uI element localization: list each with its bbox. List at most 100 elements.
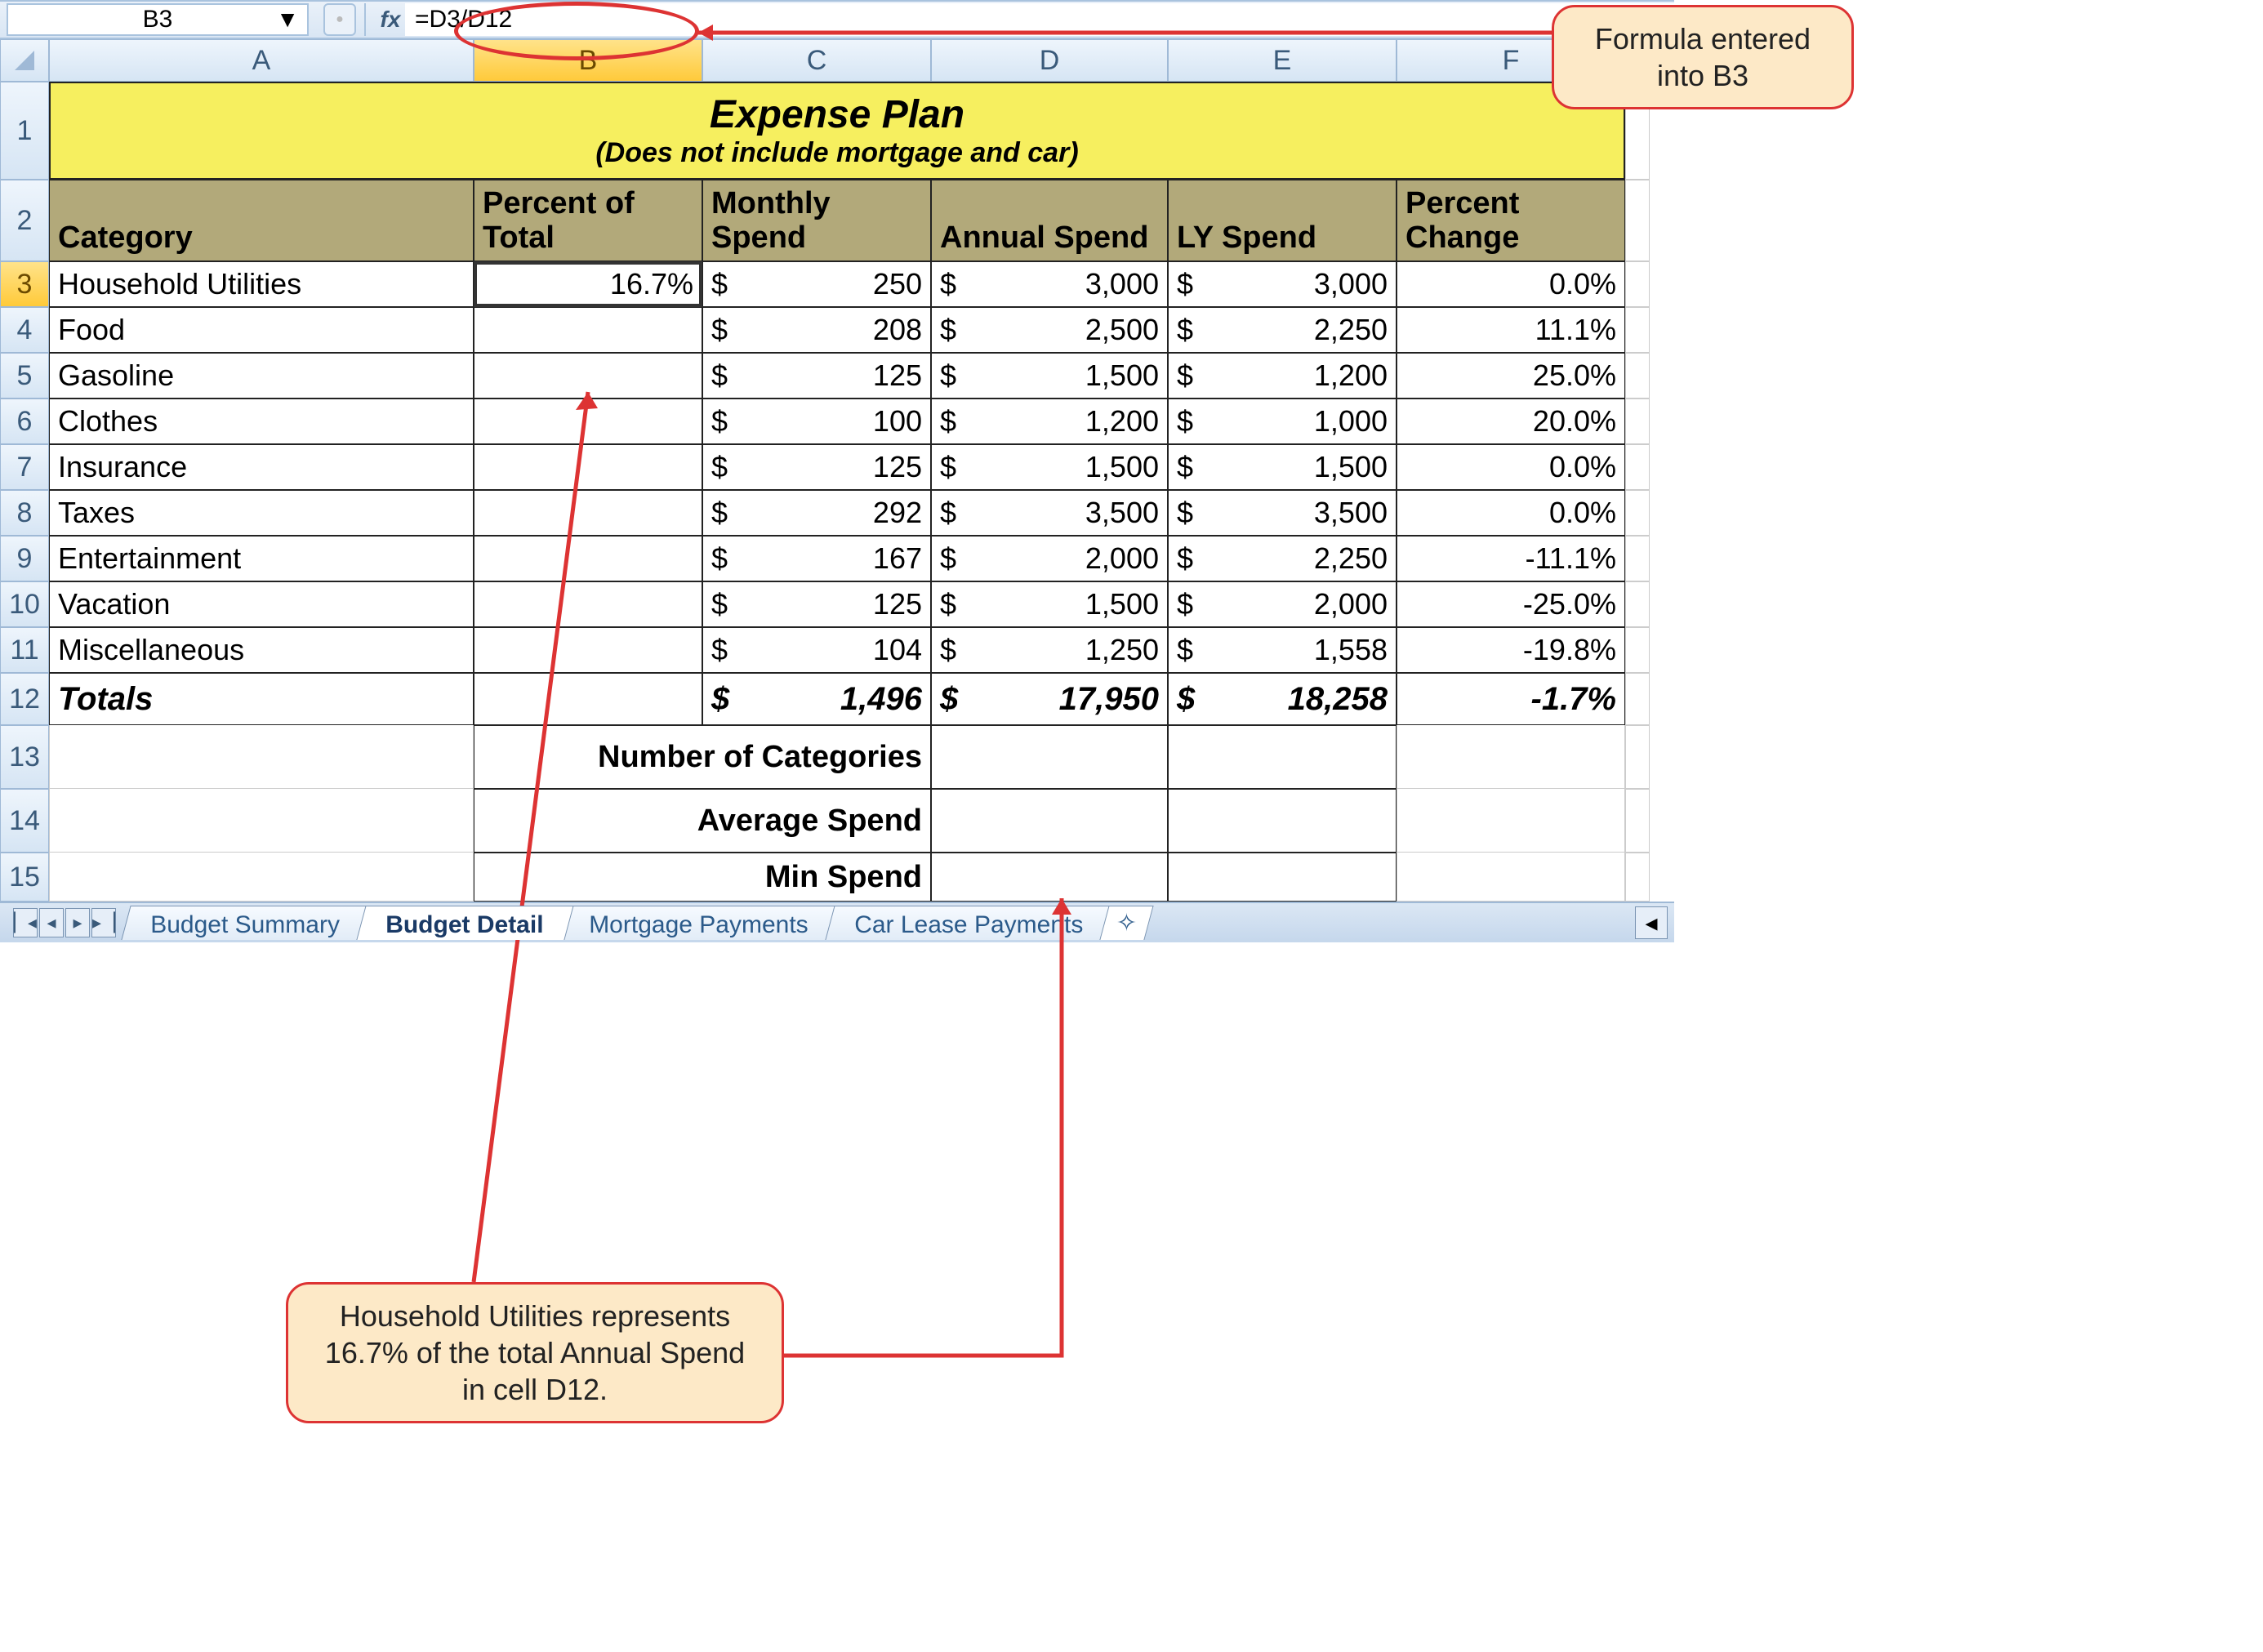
cell-ly-7[interactable]: $1,500 — [1168, 444, 1397, 490]
row-head-8[interactable]: 8 — [0, 490, 49, 536]
cell-pct-3[interactable]: 16.7% — [474, 261, 702, 307]
row-head-4[interactable]: 4 — [0, 307, 49, 353]
row-head-9[interactable]: 9 — [0, 536, 49, 581]
cell-monthly-3[interactable]: $250 — [702, 261, 931, 307]
name-box-dropdown-icon[interactable]: ▼ — [276, 7, 299, 33]
cell-monthly-11[interactable]: $104 — [702, 627, 931, 673]
cell-D13[interactable] — [931, 725, 1168, 789]
cell-category-6[interactable]: Clothes — [49, 399, 474, 444]
cell-category-3[interactable]: Household Utilities — [49, 261, 474, 307]
cell-category-9[interactable]: Entertainment — [49, 536, 474, 581]
hdr-annual[interactable]: Annual Spend — [931, 180, 1168, 261]
cell-ly-4[interactable]: $2,250 — [1168, 307, 1397, 353]
cell-annual-7[interactable]: $1,500 — [931, 444, 1168, 490]
cell-pct-6[interactable] — [474, 399, 702, 444]
cell-category-5[interactable]: Gasoline — [49, 353, 474, 399]
row-head-14[interactable]: 14 — [0, 789, 49, 853]
cell-chg-6[interactable]: 20.0% — [1397, 399, 1625, 444]
cell-category-4[interactable]: Food — [49, 307, 474, 353]
col-head-C[interactable]: C — [702, 39, 931, 82]
cell-ly-9[interactable]: $2,250 — [1168, 536, 1397, 581]
tab-nav-next-icon[interactable]: ▸ — [65, 908, 90, 937]
row-head-10[interactable]: 10 — [0, 581, 49, 627]
row-head-11[interactable]: 11 — [0, 627, 49, 673]
cell-pct-11[interactable] — [474, 627, 702, 673]
cell-monthly-6[interactable]: $100 — [702, 399, 931, 444]
cell-monthly-5[interactable]: $125 — [702, 353, 931, 399]
cell-ly-10[interactable]: $2,000 — [1168, 581, 1397, 627]
cell-annual-6[interactable]: $1,200 — [931, 399, 1168, 444]
totals-pct[interactable] — [474, 673, 702, 725]
hdr-category[interactable]: Category — [49, 180, 474, 261]
tab-nav-last-icon[interactable]: ▸▕ — [91, 908, 116, 937]
cell-ly-11[interactable]: $1,558 — [1168, 627, 1397, 673]
cell-annual-10[interactable]: $1,500 — [931, 581, 1168, 627]
cell-E15[interactable] — [1168, 853, 1397, 902]
worksheet-grid[interactable]: A B C D E F 1 Expense Plan (Does not inc… — [0, 39, 1674, 902]
cell-annual-9[interactable]: $2,000 — [931, 536, 1168, 581]
row-head-2[interactable]: 2 — [0, 180, 49, 261]
cell-pct-7[interactable] — [474, 444, 702, 490]
cell-annual-4[interactable]: $2,500 — [931, 307, 1168, 353]
cell-pct-10[interactable] — [474, 581, 702, 627]
cell-annual-3[interactable]: $3,000 — [931, 261, 1168, 307]
row-head-6[interactable]: 6 — [0, 399, 49, 444]
cell-monthly-9[interactable]: $167 — [702, 536, 931, 581]
cell-category-11[interactable]: Miscellaneous — [49, 627, 474, 673]
cell-monthly-4[interactable]: $208 — [702, 307, 931, 353]
cell-A13[interactable] — [49, 725, 474, 789]
cell-chg-5[interactable]: 25.0% — [1397, 353, 1625, 399]
row-head-1[interactable]: 1 — [0, 82, 49, 180]
label-min-spend[interactable]: Min Spend — [474, 853, 931, 902]
cell-pct-9[interactable] — [474, 536, 702, 581]
cell-chg-11[interactable]: -19.8% — [1397, 627, 1625, 673]
cell-monthly-7[interactable]: $125 — [702, 444, 931, 490]
cell-pct-4[interactable] — [474, 307, 702, 353]
cell-chg-4[interactable]: 11.1% — [1397, 307, 1625, 353]
cell-E13[interactable] — [1168, 725, 1397, 789]
cell-annual-8[interactable]: $3,500 — [931, 490, 1168, 536]
col-head-B[interactable]: B — [474, 39, 702, 82]
tab-budget-detail[interactable]: Budget Detail — [356, 906, 574, 940]
row-head-5[interactable]: 5 — [0, 353, 49, 399]
cell-annual-11[interactable]: $1,250 — [931, 627, 1168, 673]
col-head-E[interactable]: E — [1168, 39, 1397, 82]
row-head-15[interactable]: 15 — [0, 853, 49, 902]
totals-ly[interactable]: $18,258 — [1168, 673, 1397, 725]
cancel-formula-button[interactable]: ● — [323, 3, 356, 36]
hscroll-left-icon[interactable]: ◂ — [1635, 906, 1668, 939]
tab-nav-first-icon[interactable]: ▏◂ — [13, 908, 38, 937]
cell-ly-8[interactable]: $3,500 — [1168, 490, 1397, 536]
cell-ly-6[interactable]: $1,000 — [1168, 399, 1397, 444]
label-num-categories[interactable]: Number of Categories — [474, 725, 931, 789]
cell-monthly-10[interactable]: $125 — [702, 581, 931, 627]
cell-A15[interactable] — [49, 853, 474, 902]
cell-chg-3[interactable]: 0.0% — [1397, 261, 1625, 307]
cell-category-7[interactable]: Insurance — [49, 444, 474, 490]
col-head-D[interactable]: D — [931, 39, 1168, 82]
cell-F15[interactable] — [1397, 853, 1625, 902]
col-head-A[interactable]: A — [49, 39, 474, 82]
cell-annual-5[interactable]: $1,500 — [931, 353, 1168, 399]
cell-chg-7[interactable]: 0.0% — [1397, 444, 1625, 490]
hdr-pct-total[interactable]: Percent of Total — [474, 180, 702, 261]
cell-pct-5[interactable] — [474, 353, 702, 399]
cell-D14[interactable] — [931, 789, 1168, 853]
tab-nav-prev-icon[interactable]: ◂ — [39, 908, 64, 937]
cell-F14[interactable] — [1397, 789, 1625, 853]
row-head-7[interactable]: 7 — [0, 444, 49, 490]
totals-label[interactable]: Totals — [49, 673, 474, 725]
cell-chg-8[interactable]: 0.0% — [1397, 490, 1625, 536]
fx-icon[interactable]: fx — [364, 3, 405, 36]
name-box[interactable]: B3 ▼ — [7, 3, 309, 36]
hdr-pct-change[interactable]: Percent Change — [1397, 180, 1625, 261]
tab-car-lease-payments[interactable]: Car Lease Payments — [825, 906, 1113, 940]
cell-E14[interactable] — [1168, 789, 1397, 853]
cell-category-8[interactable]: Taxes — [49, 490, 474, 536]
hdr-ly[interactable]: LY Spend — [1168, 180, 1397, 261]
cell-ly-5[interactable]: $1,200 — [1168, 353, 1397, 399]
cell-category-10[interactable]: Vacation — [49, 581, 474, 627]
tab-budget-summary[interactable]: Budget Summary — [121, 906, 370, 940]
cell-ly-3[interactable]: $3,000 — [1168, 261, 1397, 307]
formula-input[interactable]: =D3/D12 — [405, 3, 1674, 36]
